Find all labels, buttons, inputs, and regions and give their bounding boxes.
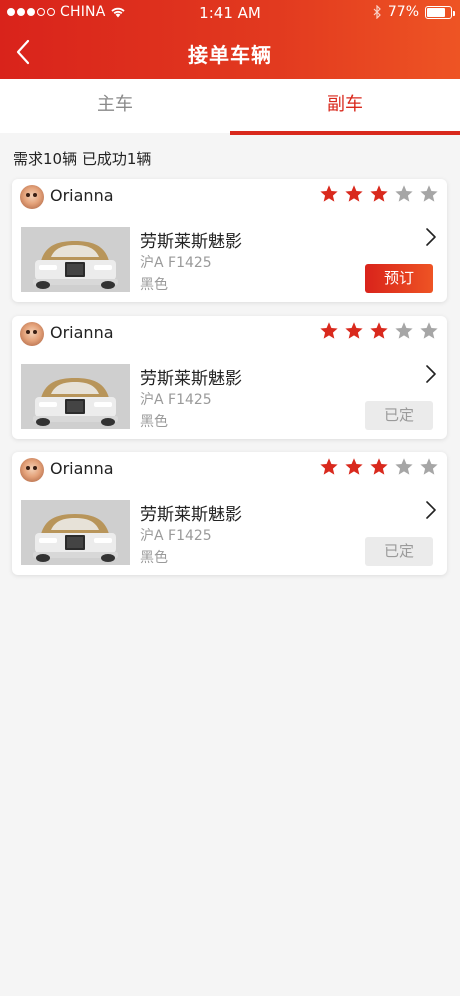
star-icon (395, 458, 413, 475)
username: Orianna (50, 323, 114, 342)
car-color: 黑色 (140, 277, 168, 293)
booked-button: 已定 (365, 401, 433, 430)
avatar (20, 322, 44, 346)
star-icon (370, 458, 388, 475)
vehicle-card[interactable]: Orianna 劳斯莱斯魅影沪A F1425 黑色 已定 (12, 316, 447, 439)
star-icon (420, 322, 438, 339)
car-photo (21, 364, 130, 429)
star-icon (320, 185, 338, 202)
tab-label: 主车 (97, 94, 133, 115)
summary-text: 需求10辆 已成功1辆 (13, 150, 152, 168)
booked-button: 已定 (365, 537, 433, 566)
car-illustration (21, 500, 130, 565)
star-icon (395, 322, 413, 339)
star-icon (320, 322, 338, 339)
star-icon (345, 185, 363, 202)
star-icon (370, 185, 388, 202)
star-icon (320, 458, 338, 475)
tab-secondary-car[interactable]: 副车 (230, 79, 460, 135)
tab-main-car[interactable]: 主车 (0, 79, 230, 133)
vehicle-card[interactable]: Orianna 劳斯莱斯魅影沪A F1425 黑色 预订 (12, 179, 447, 302)
username: Orianna (50, 459, 114, 478)
star-icon (345, 458, 363, 475)
license-plate: 沪A F1425 (140, 392, 212, 408)
star-icon (370, 322, 388, 339)
username: Orianna (50, 186, 114, 205)
rating-stars (319, 457, 439, 477)
book-button[interactable]: 预订 (365, 264, 433, 293)
rating-stars (319, 321, 439, 341)
car-name: 劳斯莱斯魅影 (140, 369, 242, 389)
rating-stars (319, 184, 439, 204)
chevron-right-icon[interactable] (425, 227, 437, 247)
car-photo (21, 500, 130, 565)
tab-label: 副车 (327, 94, 363, 115)
star-icon (420, 185, 438, 202)
header: CHINA 1:41 AM 77% 接单车辆 (0, 0, 460, 79)
bluetooth-icon (373, 5, 381, 19)
car-color: 黑色 (140, 550, 168, 566)
battery-cap (453, 10, 455, 16)
star-icon (345, 322, 363, 339)
star-icon (395, 185, 413, 202)
car-color: 黑色 (140, 414, 168, 430)
tab-bar: 主车 副车 (0, 79, 460, 135)
page-title: 接单车辆 (188, 43, 272, 67)
car-illustration (21, 227, 130, 292)
nav-bar: 接单车辆 (0, 26, 460, 79)
avatar (20, 458, 44, 482)
avatar (20, 185, 44, 209)
status-bar: CHINA 1:41 AM 77% (0, 0, 460, 26)
car-photo (21, 227, 130, 292)
chevron-right-icon[interactable] (425, 364, 437, 384)
battery-fill (427, 7, 445, 17)
battery-percent: 77% (387, 4, 419, 20)
status-right: 77% (372, 4, 455, 20)
vehicle-card[interactable]: Orianna 劳斯莱斯魅影沪A F1425 黑色 已定 (12, 452, 447, 575)
star-icon (420, 458, 438, 475)
license-plate: 沪A F1425 (140, 528, 212, 544)
license-plate: 沪A F1425 (140, 255, 212, 271)
car-illustration (21, 364, 130, 429)
car-name: 劳斯莱斯魅影 (140, 232, 242, 252)
car-name: 劳斯莱斯魅影 (140, 505, 242, 525)
chevron-right-icon[interactable] (425, 500, 437, 520)
battery-icon (425, 5, 455, 19)
